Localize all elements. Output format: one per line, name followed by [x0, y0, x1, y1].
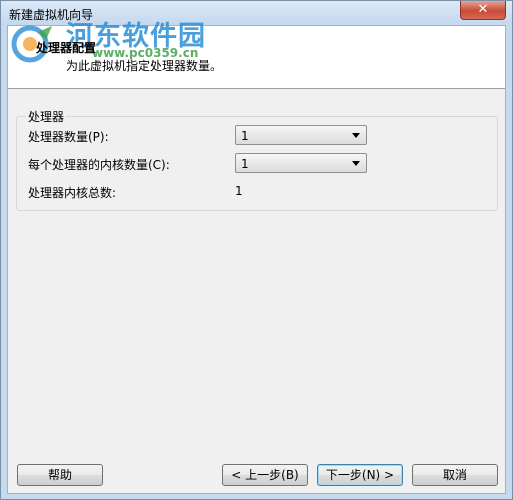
wizard-header: 河东软件园 www.pc0359.cn 处理器配置 为此虚拟机指定处理器数量。 — [8, 21, 505, 89]
chevron-down-icon — [352, 133, 360, 138]
wizard-window: 新建虚拟机向导 ✕ 河东软件园 www.pc0359.cn 处理器配置 为此虚拟… — [0, 0, 513, 500]
back-button[interactable]: < 上一步(B) — [222, 464, 308, 486]
total-cores-value: 1 — [235, 184, 243, 198]
cores-per-processor-value: 1 — [241, 157, 249, 171]
window-title: 新建虚拟机向导 — [9, 8, 94, 22]
cores-per-processor-label: 每个处理器的内核数量(C): — [28, 158, 170, 172]
processor-count-label: 处理器数量(P): — [28, 130, 109, 144]
wizard-client-area: 河东软件园 www.pc0359.cn 处理器配置 为此虚拟机指定处理器数量。 … — [7, 21, 506, 494]
title-bar[interactable]: 新建虚拟机向导 ✕ — [1, 1, 512, 25]
page-title: 处理器配置 — [36, 41, 97, 55]
processor-count-select[interactable]: 1 — [235, 125, 367, 145]
cancel-button[interactable]: 取消 — [412, 464, 498, 486]
next-button[interactable]: 下一步(N) > — [317, 464, 403, 486]
close-icon: ✕ — [477, 2, 489, 17]
close-button[interactable]: ✕ — [460, 1, 506, 20]
page-subtitle: 为此虚拟机指定处理器数量。 — [66, 59, 223, 73]
help-button[interactable]: 帮助 — [17, 464, 103, 486]
processor-count-value: 1 — [241, 129, 249, 143]
chevron-down-icon — [352, 161, 360, 166]
total-cores-label: 处理器内核总数: — [28, 186, 117, 200]
cores-per-processor-select[interactable]: 1 — [235, 153, 367, 173]
processor-group-legend: 处理器 — [26, 108, 67, 125]
